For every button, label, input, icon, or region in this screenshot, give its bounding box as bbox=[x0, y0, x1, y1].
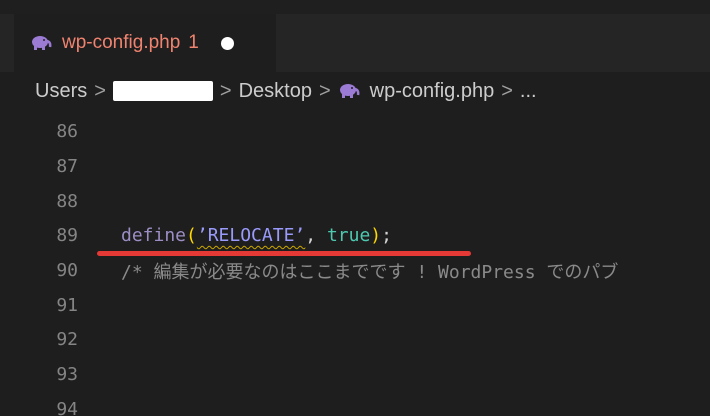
line-number: 88 bbox=[56, 191, 78, 212]
code-line-comment: 90 /* 編集が必要なのはここまでです ! WordPress でのパブ bbox=[0, 253, 710, 288]
breadcrumb-item-users[interactable]: Users bbox=[35, 80, 87, 103]
code-editor[interactable]: 86 87 88 89 define(’RELOCATE’, true); 90… bbox=[0, 112, 710, 416]
code-line: 94 bbox=[0, 392, 710, 416]
code-line: 92 bbox=[0, 322, 710, 357]
code-line: 87 bbox=[0, 149, 710, 184]
code-line: 86 bbox=[0, 114, 710, 149]
token-semicolon: ; bbox=[381, 225, 392, 246]
breadcrumb-separator: > bbox=[501, 79, 513, 102]
line-number: 89 bbox=[56, 225, 78, 246]
token-comma: , bbox=[305, 225, 317, 246]
tab-wp-config[interactable]: wp-config.php 1 bbox=[14, 14, 276, 72]
line-number: 87 bbox=[56, 156, 78, 177]
tab-bar: wp-config.php 1 bbox=[0, 0, 710, 72]
token-function: define bbox=[121, 225, 187, 246]
breadcrumb-item-file[interactable]: wp-config.php bbox=[370, 80, 495, 103]
php-elephant-icon bbox=[339, 84, 360, 98]
breadcrumb-separator: > bbox=[94, 79, 106, 102]
token-string-warning[interactable]: ’RELOCATE’ bbox=[197, 225, 305, 246]
title-strip bbox=[0, 0, 710, 14]
token-paren-open: ( bbox=[186, 225, 197, 246]
line-number: 86 bbox=[56, 121, 78, 142]
breadcrumb-item-desktop[interactable]: Desktop bbox=[239, 80, 312, 103]
line-number: 94 bbox=[56, 399, 78, 416]
code-line: 91 bbox=[0, 288, 710, 323]
breadcrumb: Users > > Desktop > wp-config.php > ... bbox=[0, 72, 710, 110]
redacted-username[interactable] bbox=[112, 81, 213, 101]
code-define-statement[interactable]: define(’RELOCATE’, true); bbox=[121, 225, 392, 246]
code-line: 93 bbox=[0, 357, 710, 392]
line-number: 93 bbox=[56, 364, 78, 385]
token-constant: true bbox=[326, 225, 371, 246]
breadcrumb-separator: > bbox=[318, 79, 331, 102]
line-number: 92 bbox=[56, 329, 78, 350]
problem-count-badge: 1 bbox=[188, 32, 199, 53]
annotation-red-underline bbox=[97, 251, 471, 256]
line-number: 91 bbox=[56, 295, 78, 316]
unsaved-dot-icon[interactable] bbox=[220, 36, 234, 50]
tab-filename: wp-config.php bbox=[62, 32, 181, 53]
line-number: 90 bbox=[56, 260, 78, 281]
code-comment[interactable]: /* 編集が必要なのはここまでです ! WordPress でのパブ bbox=[121, 258, 618, 284]
breadcrumb-item-symbols[interactable]: ... bbox=[520, 80, 537, 103]
breadcrumb-separator: > bbox=[219, 79, 232, 102]
code-line: 88 bbox=[0, 184, 710, 219]
php-elephant-icon bbox=[32, 36, 52, 50]
token-paren-close: ) bbox=[370, 225, 382, 246]
code-line-define: 89 define(’RELOCATE’, true); bbox=[0, 218, 710, 253]
